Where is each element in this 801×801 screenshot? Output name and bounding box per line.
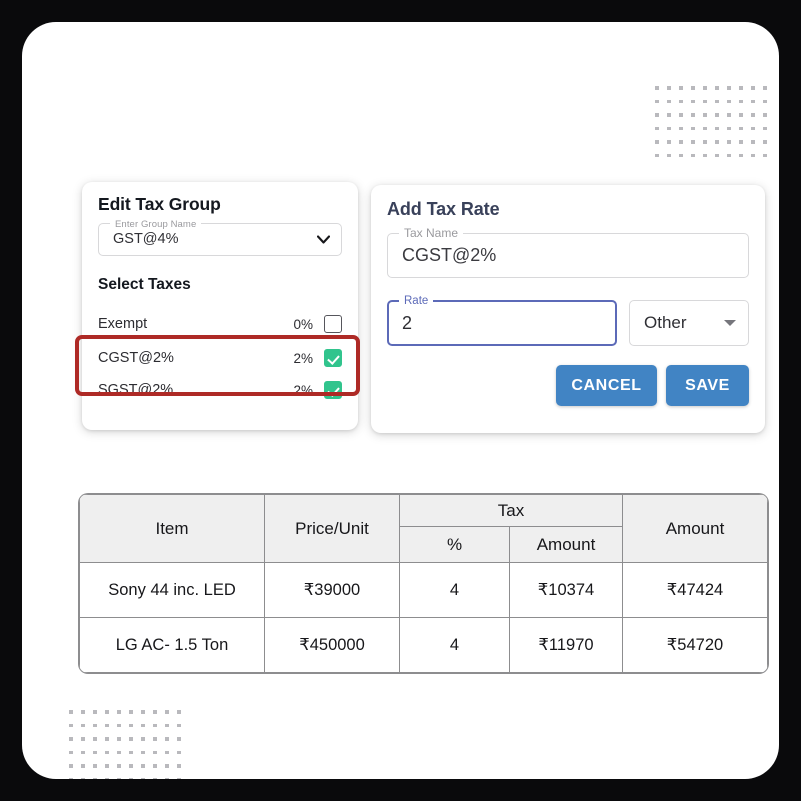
header-tax-amount: Amount	[509, 526, 623, 563]
tax-checkbox-cgst[interactable]	[324, 349, 342, 367]
dot-grid-decoration-bottom-left	[65, 706, 185, 779]
group-name-select[interactable]: Enter Group Name GST@4%	[98, 218, 342, 256]
chevron-down-icon	[317, 235, 330, 244]
screenshot-frame: Edit Tax Group Enter Group Name GST@4% S…	[0, 0, 801, 801]
edit-tax-group-card: Edit Tax Group Enter Group Name GST@4% S…	[82, 182, 358, 430]
header-price-per-unit: Price/Unit	[264, 494, 400, 563]
cell-tax-amount: ₹11970	[509, 617, 623, 673]
tax-name-value: CGST@2%	[402, 245, 497, 265]
tax-type-value: Other	[644, 313, 687, 332]
rate-value: 2	[402, 313, 413, 333]
edit-tax-group-title: Edit Tax Group	[98, 194, 221, 214]
tax-name-label: CGST@2%	[98, 350, 174, 366]
cell-amount: ₹54720	[622, 617, 768, 673]
table-header: Item Price/Unit Tax Amount % Amount	[79, 494, 768, 563]
cancel-button[interactable]: CANCEL	[556, 365, 657, 406]
table-row: Sony 44 inc. LED ₹39000 4 ₹10374 ₹47424	[79, 562, 768, 618]
cell-item: LG AC- 1.5 Ton	[79, 617, 265, 673]
tax-name-legend: Tax Name	[399, 227, 464, 240]
tax-percent-label: 2%	[293, 350, 313, 366]
table-body: Sony 44 inc. LED ₹39000 4 ₹10374 ₹47424 …	[79, 562, 768, 673]
cell-price: ₹450000	[264, 617, 400, 673]
tax-checkbox-sgst[interactable]	[324, 381, 342, 399]
cell-tax-amount: ₹10374	[509, 562, 623, 618]
cell-item: Sony 44 inc. LED	[79, 562, 265, 618]
table-row: LG AC- 1.5 Ton ₹450000 4 ₹11970 ₹54720	[79, 617, 768, 673]
select-taxes-heading: Select Taxes	[98, 276, 191, 293]
add-tax-rate-card: Add Tax Rate Tax Name CGST@2% Rate 2 Oth…	[371, 185, 765, 433]
tax-percent-label: 2%	[293, 382, 313, 398]
header-tax-group: Tax	[399, 494, 623, 527]
tax-percent-label: 0%	[293, 316, 313, 332]
invoice-items-table: Item Price/Unit Tax Amount % Amount Sony…	[79, 494, 768, 673]
header-amount: Amount	[622, 494, 768, 563]
header-tax-percent: %	[399, 526, 510, 563]
page-canvas: Edit Tax Group Enter Group Name GST@4% S…	[22, 22, 779, 779]
rate-legend: Rate	[399, 294, 434, 308]
tax-row-cgst[interactable]: CGST@2% 2%	[98, 344, 342, 372]
table-header-row-1: Item Price/Unit Tax Amount	[79, 494, 768, 563]
tax-name-label: Exempt	[98, 316, 148, 332]
cell-price: ₹39000	[264, 562, 400, 618]
dot-grid-decoration-top-right	[651, 82, 771, 163]
chevron-down-icon	[724, 320, 736, 326]
tax-name-label: SGST@2%	[98, 382, 174, 398]
cell-tax-percent: 4	[399, 562, 510, 618]
tax-row-sgst[interactable]: SGST@2% 2%	[98, 376, 342, 404]
group-name-value: GST@4%	[113, 231, 179, 247]
rate-input[interactable]: Rate 2	[387, 294, 617, 346]
save-button[interactable]: SAVE	[666, 365, 749, 406]
header-item: Item	[79, 494, 265, 563]
add-tax-rate-title: Add Tax Rate	[387, 199, 500, 219]
tax-row-exempt[interactable]: Exempt 0%	[98, 310, 342, 338]
tax-name-input[interactable]: Tax Name CGST@2%	[387, 227, 749, 278]
group-name-legend: Enter Group Name	[110, 218, 202, 231]
cell-amount: ₹47424	[622, 562, 768, 618]
tax-type-select[interactable]: Other	[629, 300, 749, 346]
tax-checkbox-exempt[interactable]	[324, 315, 342, 333]
cell-tax-percent: 4	[399, 617, 510, 673]
